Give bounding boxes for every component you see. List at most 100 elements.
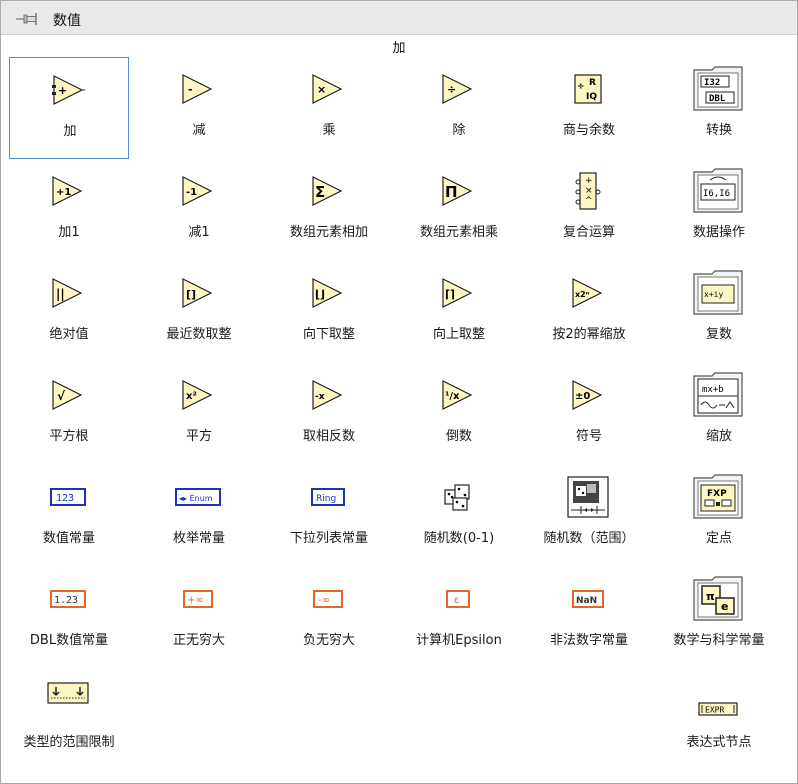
dbl-numeric-constant-label: DBL数值常量 [29, 633, 109, 648]
divide-function[interactable]: ÷ 除 [399, 57, 519, 159]
positive-infinity-icon: +∞ [183, 590, 213, 608]
fixed-point-subpalette[interactable]: FXP 定点 [659, 465, 779, 567]
quotient-remainder-function[interactable]: ÷ R IQ 商与余数 [529, 57, 649, 159]
compound-arithmetic-label: 复合运算 [562, 225, 615, 240]
svg-text:×: × [317, 83, 326, 96]
square-icon: x² [182, 380, 213, 410]
svg-text:⌊⌋: ⌊⌋ [315, 288, 325, 301]
conversion-subpalette[interactable]: I32 DBL 转换 [659, 57, 779, 159]
multiply-array-elements-function[interactable]: Π 数组元素相乘 [399, 159, 519, 261]
round-nearest-label: 最近数取整 [166, 327, 232, 342]
divide-icon: ÷ [442, 74, 473, 104]
random-number-range-function[interactable]: 随机数（范围） [529, 465, 649, 567]
decrement-icon: -1 [182, 176, 213, 206]
scaling-subpalette[interactable]: mx+b 缩放 [659, 363, 779, 465]
dbl-numeric-constant[interactable]: 1.23 DBL数值常量 [9, 567, 129, 669]
compound-arithmetic-function[interactable]: + × ^ 复合运算 [529, 159, 649, 261]
round-down-label: 向下取整 [302, 327, 355, 342]
random-number-0-1-function[interactable]: 随机数(0-1) [399, 465, 519, 567]
ceiling-icon: ⌈⌉ [442, 278, 473, 308]
svg-text:+: + [58, 84, 67, 97]
add-function[interactable]: + 加 [9, 57, 129, 159]
negative-infinity-label: 负无穷大 [302, 633, 355, 648]
negative-infinity-icon: -∞ [313, 590, 343, 608]
svg-text:123: 123 [56, 493, 74, 504]
pin-icon[interactable] [15, 11, 41, 27]
sign-function[interactable]: ±0 符号 [529, 363, 649, 465]
svg-text:I6,I6: I6,I6 [703, 189, 730, 199]
square-root-function[interactable]: √ 平方根 [9, 363, 129, 465]
round-down-function[interactable]: ⌊⌋ 向下取整 [269, 261, 389, 363]
svg-text:+: + [585, 176, 593, 186]
machine-epsilon-constant[interactable]: ε 计算机Epsilon [399, 567, 519, 669]
svg-text:I32: I32 [704, 78, 720, 88]
machine-epsilon-label: 计算机Epsilon [416, 633, 502, 648]
add-array-elements-function[interactable]: Σ 数组元素相加 [269, 159, 389, 261]
numeric-constant-icon: 123 [50, 488, 86, 506]
absolute-value-icon: || [52, 278, 83, 308]
ring-constant[interactable]: Ring 下拉列表常量 [269, 465, 389, 567]
expression-node-function[interactable]: EXPR 表达式节点 [659, 669, 779, 771]
round-up-function[interactable]: ⌈⌉ 向上取整 [399, 261, 519, 363]
positive-infinity-label: 正无穷大 [172, 633, 225, 648]
svg-text:√: √ [57, 389, 66, 403]
square-function[interactable]: x² 平方 [139, 363, 259, 465]
svg-text:÷: ÷ [447, 83, 456, 96]
decrement-label: 减1 [188, 225, 210, 240]
svg-text:Σ: Σ [315, 183, 325, 201]
scaling-label: 缩放 [705, 429, 732, 444]
absolute-value-function[interactable]: || 绝对值 [9, 261, 129, 363]
dice-icon [444, 484, 470, 511]
floor-icon: ⌊⌋ [312, 278, 343, 308]
scale-power2-icon: x2ⁿ [572, 278, 603, 308]
enum-constant-label: 枚举常量 [172, 531, 225, 546]
increment-function[interactable]: +1 加1 [9, 159, 129, 261]
svg-text:÷: ÷ [577, 82, 585, 92]
round-nearest-function[interactable]: [] 最近数取整 [139, 261, 259, 363]
scale-by-power-of-2-function[interactable]: x2ⁿ 按2的幂缩放 [529, 261, 649, 363]
data-manipulation-subpalette[interactable]: I6,I6 数据操作 [659, 159, 779, 261]
multiply-label: 乘 [322, 123, 336, 138]
numeric-constant-label: 数值常量 [42, 531, 95, 546]
negate-label: 取相反数 [302, 429, 355, 444]
svg-text:+∞: +∞ [187, 595, 204, 606]
scale-by-power-of-2-label: 按2的幂缩放 [552, 327, 626, 342]
svg-text:◂▸ Enum: ◂▸ Enum [179, 494, 213, 503]
svg-text:-∞: -∞ [318, 595, 330, 606]
absolute-value-label: 绝对值 [49, 327, 89, 342]
ring-constant-icon: Ring [311, 488, 345, 506]
quotient-remainder-label: 商与余数 [562, 123, 615, 138]
svg-text:x²: x² [186, 391, 197, 402]
negative-infinity-constant[interactable]: -∞ 负无穷大 [269, 567, 389, 669]
square-root-icon: √ [52, 380, 83, 410]
negate-icon: -x [312, 380, 343, 410]
enum-constant[interactable]: ◂▸ Enum 枚举常量 [139, 465, 259, 567]
sigma-icon: Σ [312, 176, 343, 206]
svg-text:Π: Π [445, 183, 458, 201]
svg-text:⌈⌉: ⌈⌉ [445, 288, 455, 301]
positive-infinity-constant[interactable]: +∞ 正无穷大 [139, 567, 259, 669]
random-number-range-label: 随机数（范围） [543, 531, 635, 546]
math-science-constants-subpalette[interactable]: π e 数学与科学常量 [659, 567, 779, 669]
numeric-constant[interactable]: 123 数值常量 [9, 465, 129, 567]
random-range-icon [567, 476, 609, 518]
svg-text:¹/x: ¹/x [445, 391, 460, 402]
complex-subpalette[interactable]: x+iy 复数 [659, 261, 779, 363]
negate-function[interactable]: -x 取相反数 [269, 363, 389, 465]
square-root-label: 平方根 [49, 429, 89, 444]
svg-text:π: π [706, 590, 715, 603]
svg-text:x+iy: x+iy [704, 290, 723, 299]
svg-text:-: - [188, 83, 193, 96]
subtract-function[interactable]: - 减 [139, 57, 259, 159]
conversion-folder-icon: I32 DBL [693, 66, 743, 111]
nan-constant[interactable]: NaN 非法数字常量 [529, 567, 649, 669]
expression-node-label: 表达式节点 [686, 735, 752, 750]
svg-text:×: × [585, 186, 593, 196]
multiply-function[interactable]: × 乘 [269, 57, 389, 159]
data-manipulation-folder-icon: I6,I6 [693, 168, 743, 213]
reciprocal-function[interactable]: ¹/x 倒数 [399, 363, 519, 465]
data-range-coerce-function[interactable]: 类型的范围限制 [9, 669, 129, 771]
multiply-array-elements-label: 数组元素相乘 [419, 225, 498, 240]
ring-constant-label: 下拉列表常量 [289, 531, 368, 546]
decrement-function[interactable]: -1 减1 [139, 159, 259, 261]
